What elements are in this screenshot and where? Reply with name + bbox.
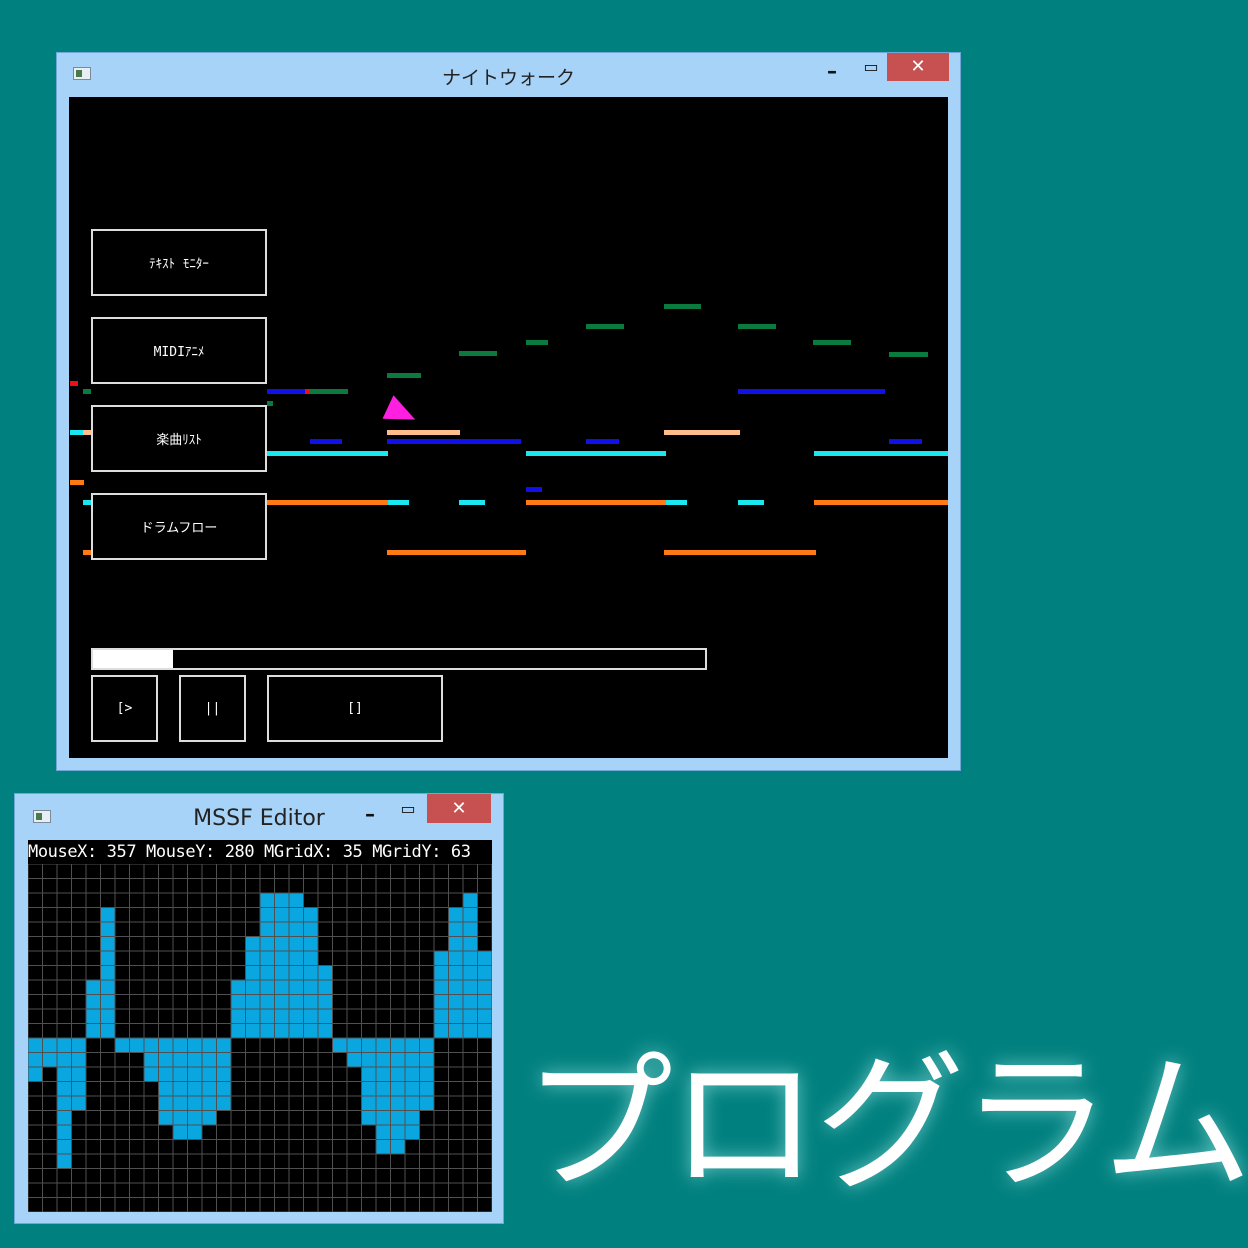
note-bar-peach bbox=[664, 430, 740, 435]
note-bar-orange bbox=[526, 500, 666, 505]
waveform-column[interactable] bbox=[245, 936, 261, 1039]
note-bar-blue bbox=[310, 439, 342, 444]
mouse-status-readout: MouseX: 357 MouseY: 280 MGridX: 35 MGrid… bbox=[28, 842, 471, 862]
waveform-column[interactable] bbox=[28, 1038, 43, 1082]
editor-canvas[interactable]: MouseX: 357 MouseY: 280 MGridX: 35 MGrid… bbox=[28, 840, 492, 1212]
waveform-column[interactable] bbox=[144, 1038, 159, 1082]
playback-progress-bar[interactable] bbox=[91, 648, 707, 670]
waveform-column[interactable] bbox=[216, 1038, 232, 1111]
mssf-editor-window: MSSF Editor – ▭ ✕ MouseX: 357 MouseY: 28… bbox=[14, 793, 504, 1224]
note-bar-orange bbox=[267, 500, 388, 505]
note-bar-dark-green bbox=[459, 351, 497, 356]
midi-player-window: ナイトウォーク – ▭ ✕ ﾃｷｽﾄ ﾓﾆﾀｰ MIDIｱﾆﾒ 楽曲ﾘｽﾄ ドラ… bbox=[56, 52, 961, 771]
note-bar-cyan bbox=[526, 451, 666, 456]
waveform-column[interactable] bbox=[71, 1038, 87, 1111]
maximize-button[interactable]: ▭ bbox=[858, 57, 884, 77]
waveform-grid[interactable] bbox=[28, 864, 492, 1212]
waveform-column[interactable] bbox=[187, 1038, 203, 1140]
note-bar-dark-green bbox=[83, 389, 91, 394]
note-bar-blue bbox=[267, 389, 305, 394]
note-bar-orange bbox=[387, 550, 526, 555]
maximize-button[interactable]: ▭ bbox=[395, 799, 421, 819]
pause-button[interactable]: || bbox=[179, 675, 246, 742]
waveform-column[interactable] bbox=[173, 1038, 188, 1140]
note-bar-cyan bbox=[267, 451, 388, 456]
note-bar-blue bbox=[889, 439, 922, 444]
play-button[interactable]: [> bbox=[91, 675, 158, 742]
close-button[interactable]: ✕ bbox=[427, 794, 491, 823]
waveform-column[interactable] bbox=[129, 1038, 145, 1053]
note-bar-orange bbox=[83, 550, 91, 555]
note-bar-dark-green bbox=[586, 324, 624, 329]
waveform-column[interactable] bbox=[115, 1038, 130, 1053]
note-bar-dark-green bbox=[664, 304, 701, 309]
close-button[interactable]: ✕ bbox=[887, 53, 949, 81]
song-list-button[interactable]: 楽曲ﾘｽﾄ bbox=[91, 405, 267, 472]
note-bar-orange bbox=[70, 480, 84, 485]
note-bar-red bbox=[70, 381, 78, 386]
waveform-column[interactable] bbox=[405, 1038, 420, 1140]
piano-roll-canvas[interactable]: ﾃｷｽﾄ ﾓﾆﾀｰ MIDIｱﾆﾒ 楽曲ﾘｽﾄ ドラムフロー [> || [] bbox=[69, 97, 948, 758]
note-bar-peach bbox=[387, 430, 460, 435]
waveform-column[interactable] bbox=[318, 965, 333, 1039]
waveform-column[interactable] bbox=[100, 907, 116, 1039]
mouse-cursor-icon bbox=[382, 395, 421, 432]
waveform-column[interactable] bbox=[332, 1038, 348, 1053]
minimize-button[interactable]: – bbox=[819, 59, 845, 83]
note-bar-red bbox=[305, 389, 310, 394]
note-bar-dark-green bbox=[267, 401, 273, 406]
note-bar-dark-green bbox=[526, 340, 548, 345]
note-bar-cyan bbox=[459, 500, 485, 505]
note-bar-dark-green bbox=[309, 389, 348, 394]
note-bar-orange bbox=[664, 550, 816, 555]
note-bar-blue bbox=[526, 487, 542, 492]
waveform-column[interactable] bbox=[448, 907, 464, 1039]
note-bar-blue bbox=[738, 389, 885, 394]
note-bar-dark-green bbox=[889, 352, 928, 357]
note-bar-dark-green bbox=[813, 340, 851, 345]
stop-button[interactable]: [] bbox=[267, 675, 443, 742]
waveform-column[interactable] bbox=[303, 907, 319, 1039]
waveform-column[interactable] bbox=[57, 1038, 72, 1169]
midi-anime-button[interactable]: MIDIｱﾆﾒ bbox=[91, 317, 267, 384]
note-bar-cyan bbox=[738, 500, 764, 505]
note-bar-cyan bbox=[664, 500, 687, 505]
note-bar-cyan bbox=[83, 500, 91, 505]
note-bar-cyan bbox=[814, 451, 948, 456]
note-bar-blue bbox=[586, 439, 619, 444]
progress-fill bbox=[93, 650, 173, 668]
note-bar-blue bbox=[387, 439, 521, 444]
waveform-column[interactable] bbox=[419, 1038, 435, 1111]
drum-flow-button[interactable]: ドラムフロー bbox=[91, 493, 267, 560]
caption-text: プログラム bbox=[523, 1038, 1248, 1212]
note-bar-cyan bbox=[70, 430, 83, 435]
note-bar-dark-green bbox=[387, 373, 421, 378]
note-bar-cyan bbox=[387, 500, 409, 505]
minimize-button[interactable]: – bbox=[357, 802, 383, 826]
note-bar-dark-green bbox=[738, 324, 776, 329]
note-bar-orange bbox=[814, 500, 948, 505]
text-monitor-button[interactable]: ﾃｷｽﾄ ﾓﾆﾀｰ bbox=[91, 229, 267, 296]
